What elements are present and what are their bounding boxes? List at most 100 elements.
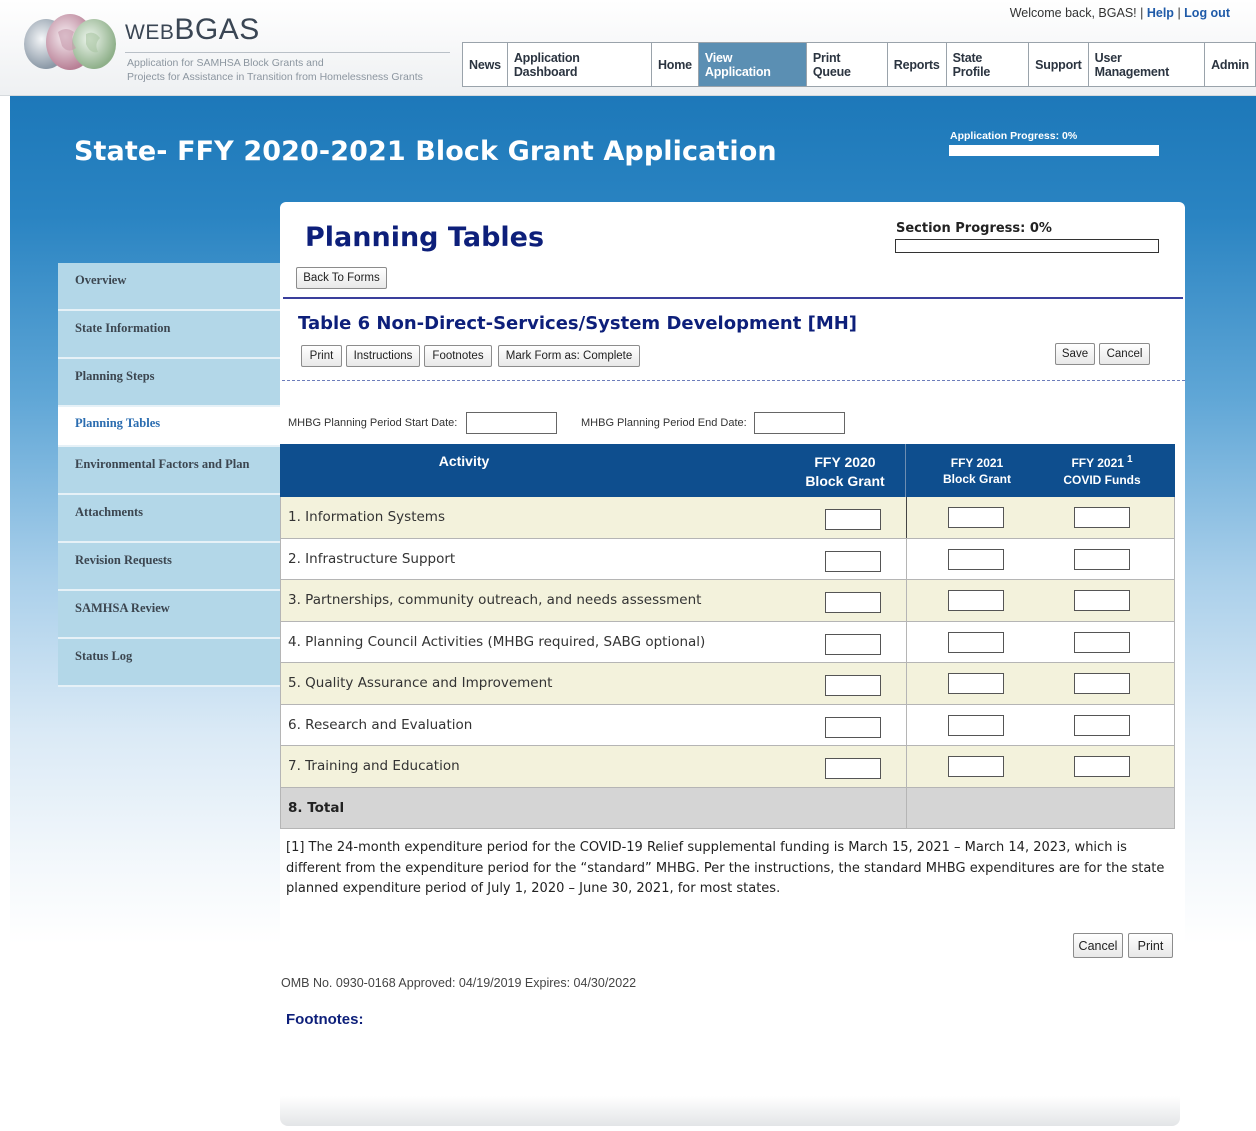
form-title: Table 6 Non-Direct-Services/System Devel… [298,313,858,334]
ffy2021-covid-funds-input[interactable] [1074,631,1130,653]
row-label: 3. Partnerships, community outreach, and… [288,592,702,608]
table-row: 5. Quality Assurance and Improvement [280,663,1175,705]
ffy2021-covid-funds-input[interactable] [1074,673,1130,694]
sidebar: Overview State Information Planning Step… [58,263,280,687]
end-date-label: MHBG Planning Period End Date: [581,417,747,429]
row-divider [906,746,907,787]
bottom-print-button[interactable]: Print [1128,933,1173,958]
ffy2020-block-grant-input[interactable] [825,633,881,655]
ffy2021-block-grant-input[interactable] [948,548,1004,570]
header-divider [905,444,906,497]
nav-application-dashboard[interactable]: Application Dashboard [508,43,652,86]
sidebar-item-samhsa-review[interactable]: SAMHSA Review [58,591,280,639]
footnotes-button[interactable]: Footnotes [424,345,492,367]
cancel-button[interactable]: Cancel [1099,343,1150,365]
ffy2021-block-grant-input[interactable] [948,673,1004,694]
form-divider [282,380,1185,381]
application-progress-label: Application Progress: 0% [950,130,1078,142]
logo-title-prefix: WEB [125,21,175,44]
nav-news[interactable]: News [463,43,508,86]
section-divider [283,297,1183,299]
nav-view-application[interactable]: View Application [698,43,807,86]
application-title: State- FFY 2020-2021 Block Grant Applica… [74,136,777,167]
nav-reports[interactable]: Reports [888,43,947,86]
row-divider [906,538,907,580]
row-label: 7. Training and Education [288,758,460,774]
header-ffy2021-line1: FFY 2021 [950,456,1004,470]
section-progress-label: Section Progress: 0% [896,221,1052,236]
ffy2020-block-grant-input[interactable] [825,758,881,779]
nav-state-profile[interactable]: State Profile [947,43,1030,86]
ffy2020-block-grant-input[interactable] [825,716,881,738]
bottom-cancel-button[interactable]: Cancel [1073,933,1123,958]
row-label: 5. Quality Assurance and Improvement [288,675,553,691]
table-row: 6. Research and Evaluation [280,704,1175,746]
total-divider [906,787,907,829]
site-header: WEBBGAS Application for SAMHSA Block Gra… [0,0,1256,96]
row-label: 2. Infrastructure Support [288,550,456,567]
header-covid-footnote-ref[interactable]: 1 [1127,454,1133,465]
footnotes-heading: Footnotes: [286,1011,364,1028]
logo-title-main: BGAS [174,13,260,46]
ffy2020-block-grant-input[interactable] [825,592,881,613]
row-label: 4. Planning Council Activities (MHBG req… [288,633,706,650]
ffy2021-block-grant-input[interactable] [948,631,1004,653]
sidebar-item-status-log[interactable]: Status Log [58,639,280,687]
nav-print-queue[interactable]: Print Queue [807,43,888,86]
logo-subtitle-line1: Application for SAMHSA Block Grants and [127,57,324,69]
ffy2021-block-grant-input[interactable] [948,714,1004,736]
logo-subtitle: Application for SAMHSA Block Grants and … [127,56,423,84]
start-date-label: MHBG Planning Period Start Date: [288,417,458,429]
section-progress-bar [895,239,1159,253]
end-date-input[interactable] [754,412,845,434]
sidebar-item-environmental-factors[interactable]: Environmental Factors and Plan [58,447,280,495]
nav-support[interactable]: Support [1029,43,1089,86]
ffy2021-covid-funds-input[interactable] [1074,756,1130,777]
ffy2021-block-grant-input[interactable] [948,756,1004,777]
row-divider [906,663,907,704]
mark-complete-button[interactable]: Mark Form as: Complete [498,345,640,367]
sidebar-item-overview[interactable]: Overview [58,263,280,311]
ffy2021-block-grant-input[interactable] [948,590,1004,611]
row-label: 6. Research and Evaluation [288,716,473,733]
back-to-forms-button[interactable]: Back To Forms [296,267,387,289]
logo-divider [125,52,450,53]
ffy2020-block-grant-input[interactable] [825,550,881,572]
nav-home[interactable]: Home [652,43,699,86]
welcome-text: Welcome back, BGAS! [1009,6,1137,20]
table-body: 1. Information Systems 2. Infrastructure … [280,497,1175,788]
table-row: 2. Infrastructure Support [280,538,1175,580]
table-row: 3. Partnerships, community outreach, and… [280,580,1175,622]
ffy2020-block-grant-input[interactable] [825,675,881,696]
globe-logo-icon [24,14,116,70]
table-row: 7. Training and Education [280,746,1175,788]
ffy2021-covid-funds-input[interactable] [1074,714,1130,736]
instructions-button[interactable]: Instructions [346,345,420,367]
sidebar-item-planning-tables[interactable]: Planning Tables [58,407,280,447]
ffy2021-block-grant-input[interactable] [948,507,1004,528]
row-divider [906,621,907,663]
logout-link[interactable]: Log out [1184,6,1230,20]
sidebar-item-attachments[interactable]: Attachments [58,495,280,543]
sidebar-item-planning-steps[interactable]: Planning Steps [58,359,280,407]
ffy2021-covid-funds-input[interactable] [1074,507,1130,528]
ffy2020-block-grant-input[interactable] [825,509,881,530]
start-date-input[interactable] [466,412,557,434]
header-covid-line1: FFY 2021 [1071,456,1124,470]
nav-admin[interactable]: Admin [1205,43,1255,86]
save-button[interactable]: Save [1055,343,1095,365]
content-panel-bottom [280,1096,1180,1126]
welcome-bar: Welcome back, BGAS! | Help | Log out [1009,6,1230,20]
ffy2021-covid-funds-input[interactable] [1074,590,1130,611]
row-divider [906,580,907,621]
ffy2021-covid-funds-input[interactable] [1074,548,1130,570]
table-row: 4. Planning Council Activities (MHBG req… [280,621,1175,663]
row-divider [906,497,907,538]
nav-user-management[interactable]: User Management [1089,43,1206,86]
help-link[interactable]: Help [1147,6,1174,20]
sidebar-item-state-information[interactable]: State Information [58,311,280,359]
print-button[interactable]: Print [301,345,342,367]
planning-table: Activity FFY 2020 Block Grant FFY 2021 B… [280,444,1175,829]
sidebar-item-revision-requests[interactable]: Revision Requests [58,543,280,591]
main-nav: News Application Dashboard Home View App… [462,42,1256,87]
